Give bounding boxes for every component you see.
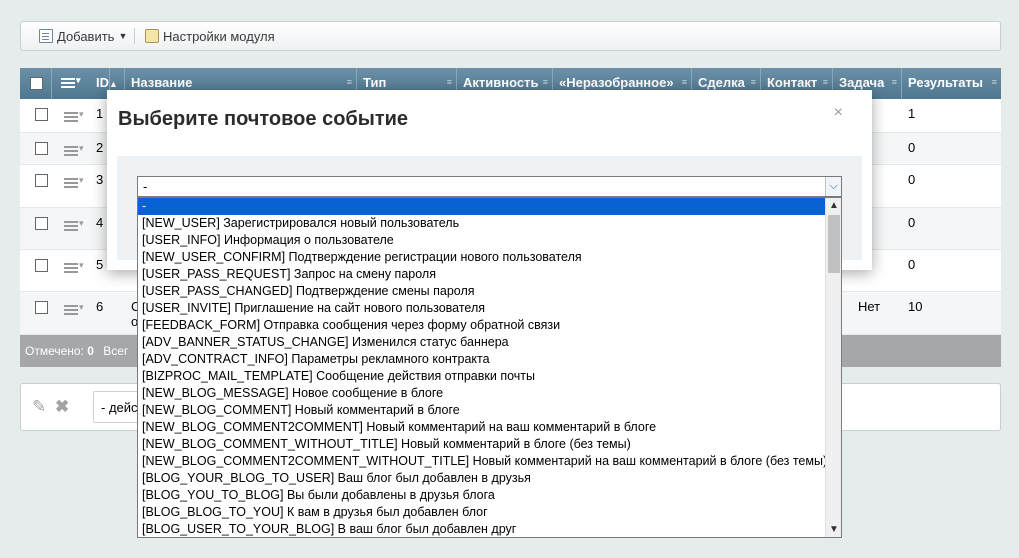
column-header-results[interactable]: Результаты ≡ xyxy=(902,68,1001,99)
dropdown-option[interactable]: [USER_INVITE] Приглашение на сайт нового… xyxy=(138,300,826,317)
dropdown-option[interactable]: - xyxy=(138,198,826,215)
dropdown-option[interactable]: [NEW_BLOG_MESSAGE] Новое сообщение в бло… xyxy=(138,385,826,402)
dropdown-option[interactable]: [NEW_BLOG_COMMENT_WITHOUT_TITLE] Новый к… xyxy=(138,436,826,453)
toolbar-divider xyxy=(134,28,135,44)
column-label-contact: Контакт xyxy=(767,75,818,90)
dropdown-scrollbar[interactable]: ▲ ▼ xyxy=(825,198,841,537)
chevron-down-icon[interactable]: ⌵ xyxy=(825,177,841,196)
row-id: 5 xyxy=(96,257,104,272)
row-checkbox[interactable] xyxy=(35,174,48,187)
dropdown-option[interactable]: [BLOG_YOUR_BLOG_TO_USER] Ваш блог был до… xyxy=(138,470,826,487)
dialog-title: Выберите почтовое событие xyxy=(118,108,409,130)
row-task: Нет xyxy=(858,299,881,314)
column-label-task: Задача xyxy=(839,75,885,90)
dropdown-option[interactable]: [NEW_BLOG_COMMENT2COMMENT] Новый коммент… xyxy=(138,419,826,436)
row-id: 1 xyxy=(96,106,104,121)
row-results: 1 xyxy=(908,106,916,121)
add-button[interactable]: Добавить ▼ xyxy=(39,22,127,50)
column-label-unsorted: «Неразобранное» xyxy=(559,75,674,90)
scroll-up-icon[interactable]: ▲ xyxy=(826,200,841,211)
dropdown-option[interactable]: [USER_PASS_CHANGED] Подтверждение смены … xyxy=(138,283,826,300)
row-menu-icon[interactable] xyxy=(64,143,84,156)
mail-event-dropdown: - [NEW_USER] Зарегистрировался новый поль… xyxy=(137,197,842,538)
dropdown-option[interactable]: [NEW_USER] Зарегистрировался новый польз… xyxy=(138,215,826,232)
row-menu-icon[interactable] xyxy=(64,109,84,122)
column-label-results: Результаты xyxy=(908,75,983,90)
dropdown-option[interactable]: [NEW_BLOG_COMMENT] Новый комментарий в б… xyxy=(138,402,826,419)
sort-icon: ≡ xyxy=(891,77,897,87)
row-menu-icon[interactable] xyxy=(64,302,84,315)
sort-icon: ≡ xyxy=(542,77,548,87)
column-label-name: Название xyxy=(131,75,193,90)
row-id: 2 xyxy=(96,140,104,155)
marked-label: Отмечено: xyxy=(25,344,84,358)
row-results: 0 xyxy=(908,140,916,155)
mail-event-select[interactable]: - ⌵ xyxy=(137,176,842,197)
row-checkbox[interactable] xyxy=(35,259,48,272)
toolbar: Добавить ▼ Настройки модуля xyxy=(20,21,1001,51)
dropdown-option[interactable]: [NEW_USER_CONFIRM] Подтверждение регистр… xyxy=(138,249,826,266)
scrollbar-thumb[interactable] xyxy=(828,215,840,273)
dropdown-option[interactable]: [BIZPROC_MAIL_TEMPLATE] Сообщение действ… xyxy=(138,368,826,385)
settings-icon xyxy=(145,29,159,43)
sort-icon: ≡ xyxy=(822,77,828,87)
column-label-deal: Сделка xyxy=(698,75,745,90)
total-label: Всег xyxy=(103,344,129,358)
sort-icon: ≡ xyxy=(681,77,687,87)
column-label-activity: Активность xyxy=(463,75,539,90)
row-id: 3 xyxy=(96,172,104,187)
dropdown-option[interactable]: [ADV_CONTRACT_INFO] Параметры рекламного… xyxy=(138,351,826,368)
add-document-icon xyxy=(39,29,53,43)
row-menu-icon[interactable] xyxy=(64,260,84,273)
row-id: 4 xyxy=(96,215,104,230)
close-icon[interactable]: × xyxy=(834,104,843,122)
dropdown-option[interactable]: [NEW_BLOG_COMMENT2COMMENT_WITHOUT_TITLE]… xyxy=(138,453,826,470)
dropdown-list: - [NEW_USER] Зарегистрировался новый поль… xyxy=(138,198,841,537)
column-label-id: ID xyxy=(96,75,109,90)
sort-asc-icon: ▲ xyxy=(109,79,118,89)
sort-icon: ≡ xyxy=(750,77,756,87)
dropdown-option[interactable]: [BLOG_YOU_TO_BLOG] Вы были добавлены в д… xyxy=(138,487,826,504)
dropdown-option[interactable]: [USER_INFO] Информация о пользователе xyxy=(138,232,826,249)
sort-icon: ≡ xyxy=(446,77,452,87)
row-menu-icon[interactable] xyxy=(64,218,84,231)
sort-icon: ≡ xyxy=(991,77,997,87)
row-checkbox[interactable] xyxy=(35,301,48,314)
dropdown-option[interactable]: [BLOG_BLOG_TO_YOU] К вам в друзья был до… xyxy=(138,504,826,521)
row-results: 0 xyxy=(908,215,916,230)
select-value: - xyxy=(143,179,148,194)
row-checkbox[interactable] xyxy=(35,217,48,230)
dropdown-option[interactable]: [ADV_BANNER_STATUS_CHANGE] Изменился ста… xyxy=(138,334,826,351)
edit-icon[interactable]: ✎ xyxy=(32,398,50,416)
column-label-type: Тип xyxy=(363,75,387,90)
module-settings-button[interactable]: Настройки модуля xyxy=(145,22,275,50)
chevron-down-icon: ▼ xyxy=(118,31,128,41)
row-id: 6 xyxy=(96,299,104,314)
add-button-label: Добавить xyxy=(57,28,115,44)
row-menu-icon[interactable] xyxy=(64,175,84,188)
dropdown-option[interactable]: [BLOG_USER_TO_YOUR_BLOG] В ваш блог был … xyxy=(138,521,826,537)
marked-count: 0 xyxy=(87,344,94,358)
menu-icon xyxy=(61,75,81,88)
row-results: 10 xyxy=(908,299,923,314)
dropdown-option[interactable]: [FEEDBACK_FORM] Отправка сообщения через… xyxy=(138,317,826,334)
scroll-down-icon[interactable]: ▼ xyxy=(826,524,841,535)
row-checkbox[interactable] xyxy=(35,108,48,121)
select-all-checkbox[interactable] xyxy=(30,77,43,90)
row-results: 0 xyxy=(908,257,916,272)
module-settings-label: Настройки модуля xyxy=(163,28,275,44)
dropdown-option[interactable]: [USER_PASS_REQUEST] Запрос на смену паро… xyxy=(138,266,826,283)
row-results: 0 xyxy=(908,172,916,187)
sort-icon: ≡ xyxy=(346,77,352,87)
row-checkbox[interactable] xyxy=(35,142,48,155)
select-all-checkbox-cell xyxy=(20,68,52,99)
delete-icon[interactable]: ✖ xyxy=(55,398,73,416)
